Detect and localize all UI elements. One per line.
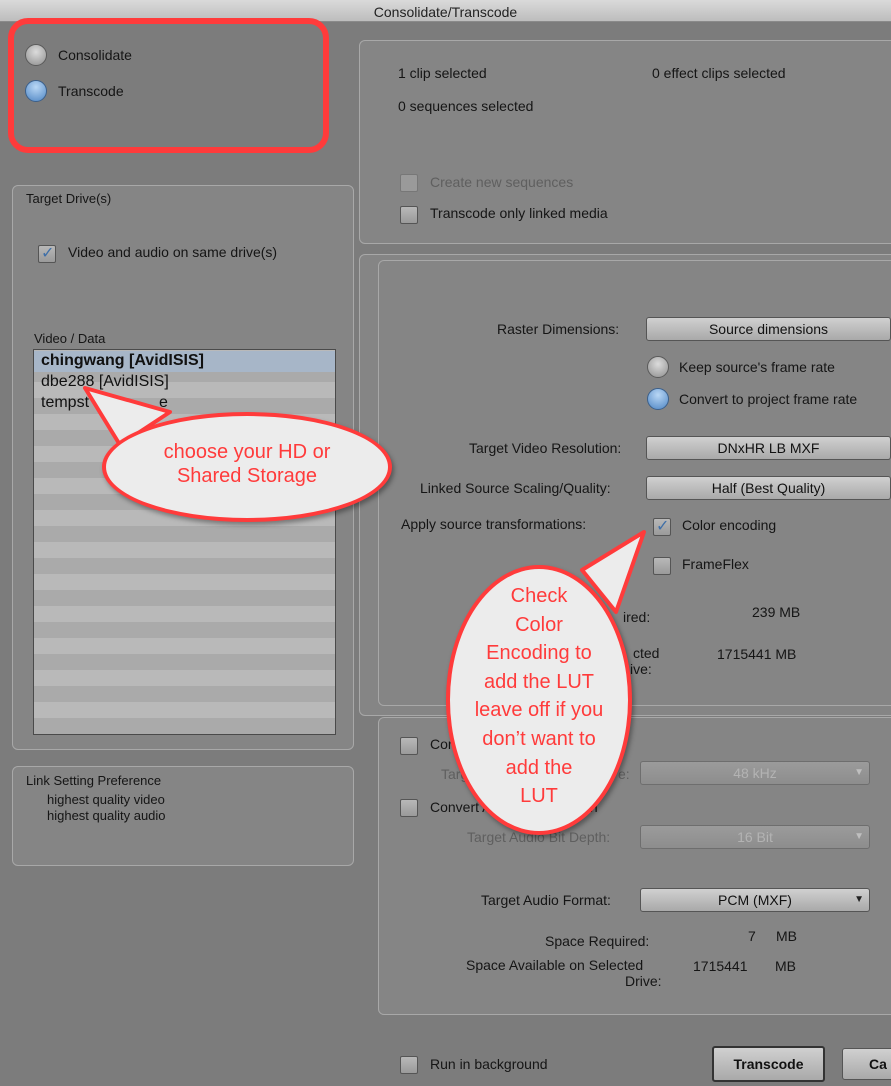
- color-encoding-callout-line: leave off if you: [474, 699, 604, 722]
- storage-callout-line: choose your HD or: [163, 441, 331, 463]
- color-encoding-callout-line: Encoding to: [486, 642, 592, 665]
- color-encoding-callout-line: don’t want to: [482, 727, 596, 750]
- color-encoding-callout-line: LUT: [520, 785, 558, 808]
- color-encoding-callout-line: Check: [510, 585, 568, 607]
- color-encoding-callout-line: add the: [505, 756, 573, 779]
- storage-callout-line: Shared Storage: [176, 465, 318, 487]
- color-encoding-callout-line: Color: [515, 613, 563, 636]
- color-encoding-callout-text: Check Color Encoding to add the LUT leav…: [446, 582, 632, 811]
- color-encoding-callout-line: add the LUT: [483, 670, 595, 693]
- annotation-pointers: [83, 386, 646, 614]
- storage-callout-text: choose your HD or Shared Storage: [102, 440, 392, 488]
